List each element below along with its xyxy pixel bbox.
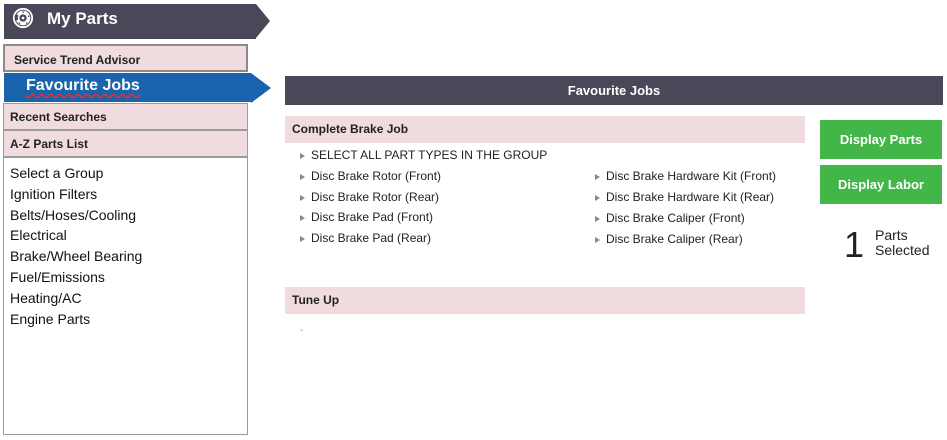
part-type-item[interactable]: Disc Brake Caliper (Rear) xyxy=(595,232,743,246)
parts-selected-label: Parts Selected xyxy=(875,227,930,258)
triangle-bullet-icon xyxy=(595,173,600,180)
group-list-item[interactable]: Select a Group xyxy=(10,163,247,184)
sidebar-item-recent-searches[interactable]: Recent Searches xyxy=(3,103,248,130)
section-title: Favourite Jobs xyxy=(285,76,943,105)
empty-placeholder: - xyxy=(300,325,304,336)
header-arrow xyxy=(256,4,270,38)
triangle-bullet-icon xyxy=(595,194,600,201)
triangle-bullet-icon xyxy=(300,214,305,221)
part-type-item[interactable]: Disc Brake Hardware Kit (Rear) xyxy=(595,190,774,204)
part-type-item[interactable]: Disc Brake Caliper (Front) xyxy=(595,211,745,225)
brake-disc-icon xyxy=(12,7,34,29)
job-header-tune-up[interactable]: Tune Up xyxy=(285,287,805,314)
triangle-bullet-icon xyxy=(300,152,305,159)
part-type-item[interactable]: Disc Brake Hardware Kit (Front) xyxy=(595,169,776,183)
triangle-bullet-icon xyxy=(595,236,600,243)
display-parts-button[interactable]: Display Parts xyxy=(820,120,942,159)
part-type-item[interactable]: Disc Brake Rotor (Rear) xyxy=(300,190,439,204)
triangle-bullet-icon xyxy=(595,215,600,222)
part-type-item[interactable]: Disc Brake Pad (Rear) xyxy=(300,231,431,245)
group-list-item[interactable]: Ignition Filters xyxy=(10,184,247,205)
part-type-item[interactable]: Disc Brake Pad (Front) xyxy=(300,210,433,224)
active-tab-arrow xyxy=(251,73,271,103)
my-parts-header xyxy=(4,4,256,39)
parts-selected-count: 1 xyxy=(844,224,865,265)
sidebar-item-label[interactable]: Favourite Jobs xyxy=(26,77,140,95)
group-list-item[interactable]: Heating/AC xyxy=(10,288,247,309)
sidebar-item-az-parts-list[interactable]: A-Z Parts List xyxy=(3,130,248,157)
group-list-item[interactable]: Brake/Wheel Bearing xyxy=(10,246,247,267)
page-title: My Parts xyxy=(47,9,118,28)
group-list-item[interactable]: Belts/Hoses/Cooling xyxy=(10,205,247,226)
group-list-item[interactable]: Engine Parts xyxy=(10,309,247,330)
job-header-complete-brake-job[interactable]: Complete Brake Job xyxy=(285,116,805,143)
triangle-bullet-icon xyxy=(300,194,305,201)
sidebar-item-service-trend-advisor[interactable]: Service Trend Advisor xyxy=(3,44,248,72)
triangle-bullet-icon xyxy=(300,173,305,180)
part-type-item[interactable]: Disc Brake Rotor (Front) xyxy=(300,169,441,183)
group-list-item[interactable]: Fuel/Emissions xyxy=(10,267,247,288)
triangle-bullet-icon xyxy=(300,235,305,242)
display-labor-button[interactable]: Display Labor xyxy=(820,165,942,204)
group-list: Select a Group Ignition Filters Belts/Ho… xyxy=(3,157,248,435)
group-list-item[interactable]: Electrical xyxy=(10,225,247,246)
select-all-link[interactable]: SELECT ALL PART TYPES IN THE GROUP xyxy=(300,148,547,162)
